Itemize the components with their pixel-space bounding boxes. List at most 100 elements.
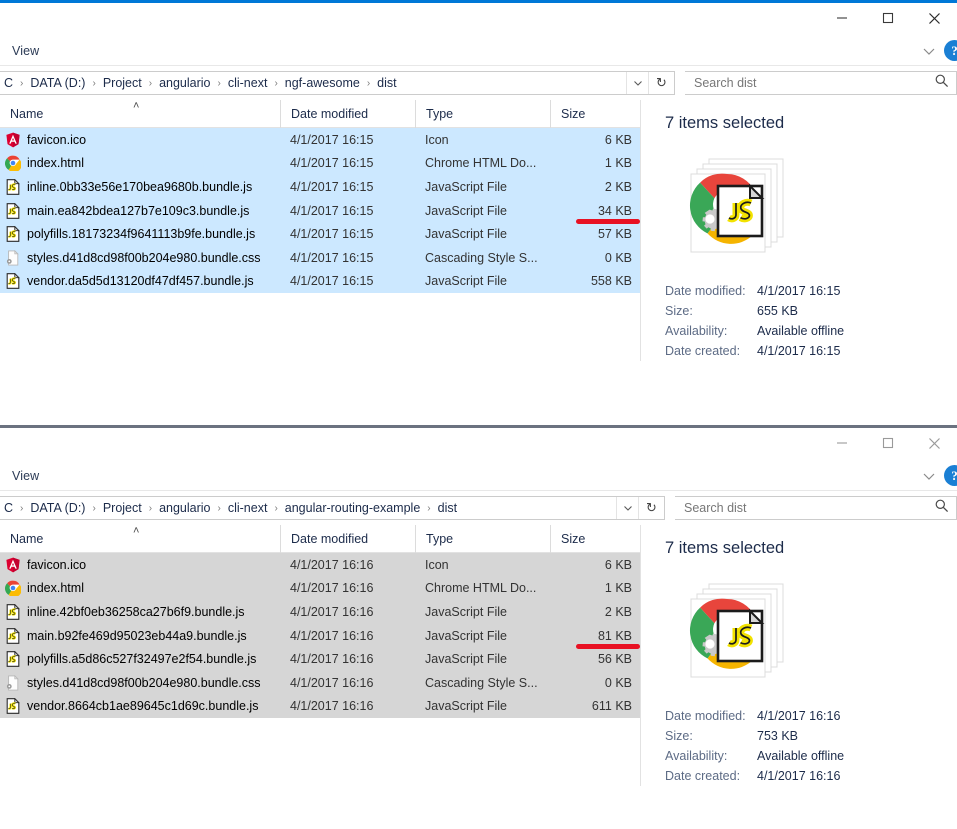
help-icon[interactable]: ? (944, 40, 957, 61)
table-row[interactable]: polyfills.18173234f9641113b9fe.bundle.js… (0, 222, 641, 246)
detail-value: Available offline (757, 746, 844, 766)
breadcrumb-item[interactable]: angular-routing-example (282, 501, 424, 515)
ribbon-tab-row: View ? (0, 461, 957, 491)
column-header-name[interactable]: Name˄ (0, 525, 280, 553)
table-row[interactable]: main.b92fe469d95023eb44a9.bundle.js 4/1/… (0, 624, 641, 648)
column-header-size[interactable]: Size (550, 100, 641, 128)
stylesheet-icon (5, 675, 21, 691)
file-type: JavaScript File (415, 227, 550, 241)
address-bar[interactable]: C›DATA (D:)›Project›angulario›cli-next›n… (0, 71, 675, 95)
address-bar-row: C›DATA (D:)›Project›angulario›cli-next›n… (0, 66, 957, 100)
table-row[interactable]: vendor.da5d5d13120df47df457.bundle.js 4/… (0, 270, 641, 294)
breadcrumb-item[interactable]: DATA (D:) (27, 76, 88, 90)
breadcrumb-item[interactable]: cli-next (225, 501, 271, 515)
file-name: polyfills.18173234f9641113b9fe.bundle.js (27, 227, 255, 241)
file-type: JavaScript File (415, 629, 550, 643)
ribbon-tab-row: View ? (0, 36, 957, 66)
breadcrumb-item[interactable]: C (1, 501, 16, 515)
file-name-cell: main.ea842bdea127b7e109c3.bundle.js (0, 203, 280, 219)
chevron-down-icon[interactable] (920, 42, 938, 60)
minimize-button[interactable] (819, 3, 865, 33)
search-input[interactable]: Search dist (694, 76, 934, 90)
search-input[interactable]: Search dist (684, 501, 934, 515)
file-name-cell: inline.0bb33e56e170bea9680b.bundle.js (0, 179, 280, 195)
search-box[interactable]: Search dist (685, 71, 957, 95)
detail-row: Size: 753 KB (665, 726, 957, 746)
file-name: index.html (27, 156, 84, 170)
address-history-chevron-icon[interactable] (626, 72, 648, 94)
breadcrumb-item[interactable]: Project (100, 501, 145, 515)
file-date-modified: 4/1/2017 16:15 (280, 133, 415, 147)
table-row[interactable]: inline.42bf0eb36258ca27b6f9.bundle.js 4/… (0, 600, 641, 624)
address-history-chevron-icon[interactable] (616, 497, 638, 519)
selection-thumbnail (685, 153, 797, 265)
column-header-type[interactable]: Type (415, 100, 550, 128)
search-icon[interactable] (934, 73, 950, 94)
column-header-name[interactable]: Name˄ (0, 100, 280, 128)
breadcrumb-item[interactable]: angulario (156, 501, 213, 515)
title-bar[interactable] (0, 3, 957, 36)
table-row[interactable]: vendor.8664cb1ae89645c1d69c.bundle.js 4/… (0, 695, 641, 719)
window-ngf-awesome: View ? C›DATA (D:)›Project›angulario›cli… (0, 0, 957, 361)
file-name-cell: favicon.ico (0, 557, 280, 573)
table-row[interactable]: favicon.ico 4/1/2017 16:16 Icon 6 KB (0, 553, 641, 577)
column-header-date-modified[interactable]: Date modified (280, 100, 415, 128)
detail-value: 4/1/2017 16:15 (757, 281, 840, 301)
file-type: JavaScript File (415, 652, 550, 666)
search-icon[interactable] (934, 498, 950, 519)
address-bar[interactable]: C›DATA (D:)›Project›angulario›cli-next›a… (0, 496, 665, 520)
breadcrumb-separator: › (16, 503, 27, 514)
file-size: 0 KB (550, 676, 641, 690)
stylesheet-icon (5, 250, 21, 266)
close-button[interactable] (911, 428, 957, 458)
javascript-icon (5, 179, 21, 195)
breadcrumb-item[interactable]: angulario (156, 76, 213, 90)
column-header-label: Date modified (291, 107, 368, 121)
close-button[interactable] (911, 3, 957, 33)
refresh-icon[interactable]: ↻ (648, 72, 674, 94)
table-row[interactable]: favicon.ico 4/1/2017 16:15 Icon 6 KB (0, 128, 641, 152)
refresh-icon[interactable]: ↻ (638, 497, 664, 519)
breadcrumb-separator: › (145, 503, 156, 514)
breadcrumb-item[interactable]: Project (100, 76, 145, 90)
file-size: 81 KB (550, 629, 641, 643)
file-name: index.html (27, 581, 84, 595)
detail-row: Date modified: 4/1/2017 16:15 (665, 281, 957, 301)
breadcrumb-separator: › (270, 503, 281, 514)
breadcrumb-item[interactable]: dist (374, 76, 399, 90)
angular-icon (5, 557, 21, 573)
help-icon[interactable]: ? (944, 465, 957, 486)
table-row[interactable]: styles.d41d8cd98f00b204e980.bundle.css 4… (0, 246, 641, 270)
table-row[interactable]: index.html 4/1/2017 16:15 Chrome HTML Do… (0, 152, 641, 176)
table-row[interactable]: index.html 4/1/2017 16:16 Chrome HTML Do… (0, 577, 641, 601)
column-header-label: Date modified (291, 532, 368, 546)
maximize-button[interactable] (865, 3, 911, 33)
title-bar[interactable] (0, 428, 957, 461)
file-name: favicon.ico (27, 558, 86, 572)
breadcrumb-item[interactable]: dist (435, 501, 460, 515)
column-header-size[interactable]: Size (550, 525, 641, 553)
breadcrumb-separator: › (88, 78, 99, 89)
file-type: JavaScript File (415, 605, 550, 619)
maximize-button[interactable] (865, 428, 911, 458)
file-name-cell: favicon.ico (0, 132, 280, 148)
search-box[interactable]: Search dist (675, 496, 957, 520)
column-header-date-modified[interactable]: Date modified (280, 525, 415, 553)
file-size: 34 KB (550, 204, 641, 218)
table-row[interactable]: polyfills.a5d86c527f32497e2f54.bundle.js… (0, 647, 641, 671)
table-row[interactable]: styles.d41d8cd98f00b204e980.bundle.css 4… (0, 671, 641, 695)
table-row[interactable]: inline.0bb33e56e170bea9680b.bundle.js 4/… (0, 175, 641, 199)
breadcrumb-item[interactable]: ngf-awesome (282, 76, 363, 90)
breadcrumb-item[interactable]: C (1, 76, 16, 90)
table-row[interactable]: main.ea842bdea127b7e109c3.bundle.js 4/1/… (0, 199, 641, 223)
breadcrumb: C›DATA (D:)›Project›angulario›cli-next›n… (1, 72, 400, 94)
tab-view[interactable]: View (12, 44, 39, 58)
file-name-cell: styles.d41d8cd98f00b204e980.bundle.css (0, 675, 280, 691)
breadcrumb-item[interactable]: cli-next (225, 76, 271, 90)
column-header-type[interactable]: Type (415, 525, 550, 553)
chevron-down-icon[interactable] (920, 467, 938, 485)
file-date-modified: 4/1/2017 16:16 (280, 629, 415, 643)
breadcrumb-item[interactable]: DATA (D:) (27, 501, 88, 515)
tab-view[interactable]: View (12, 469, 39, 483)
minimize-button[interactable] (819, 428, 865, 458)
